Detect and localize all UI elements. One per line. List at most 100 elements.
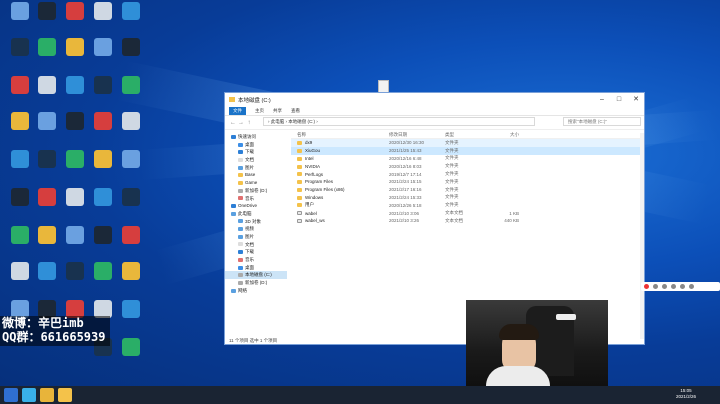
header-date[interactable]: 修改日期 xyxy=(389,132,445,138)
file-row[interactable]: XiuGou 2021/1/25 15:43 文件夹 xyxy=(291,146,643,155)
file-name-cell: 用户 xyxy=(291,202,389,208)
navigation-pane: 快速访问 桌面 下载 文档 图片 Base Game 新加卷 (D:) 音乐 OneDrive 此电… xyxy=(225,133,287,333)
clock[interactable]: 15:05 2021/2/26 xyxy=(676,388,696,400)
tab-home[interactable]: 主页 xyxy=(255,108,264,114)
nav-item-label: 音乐 xyxy=(245,195,254,201)
search-input[interactable]: 搜索"本地磁盘 (C:)" xyxy=(563,117,641,126)
overlay-qq: QQ群：661665939 xyxy=(2,330,106,344)
up-arrow-icon[interactable]: ↑ xyxy=(245,120,253,126)
nav-item-label: 音乐 xyxy=(245,257,254,262)
nav-item[interactable]: 音乐 xyxy=(225,256,287,264)
file-type: 文件夹 xyxy=(445,186,459,192)
file-row[interactable]: wabel 2021/2/10 3:06 文本文档 1 KB xyxy=(291,209,643,217)
nav-item[interactable]: OneDrive xyxy=(225,202,287,210)
desktop-icon[interactable] xyxy=(114,76,148,94)
app-icon xyxy=(66,2,84,20)
nav-item[interactable]: 新加卷 (D:) xyxy=(225,187,287,195)
file-row[interactable]: Program Files 2021/2/24 15:15 文件夹 xyxy=(291,178,643,186)
file-row[interactable]: PerfLogs 2019/12/7 17:14 文件夹 xyxy=(291,170,643,178)
nav-item-label: 快速访问 xyxy=(238,134,256,139)
forward-arrow-icon[interactable]: → xyxy=(237,120,245,126)
nav-item[interactable]: 本地磁盘 (C:) xyxy=(225,271,287,280)
desktop-icon[interactable] xyxy=(114,2,148,20)
ime-keyboard-icon[interactable] xyxy=(680,284,685,289)
file-row[interactable]: 用户 2020/12/26 5:18 文件夹 xyxy=(291,201,643,209)
minimize-icon[interactable]: – xyxy=(594,93,610,106)
header-type[interactable]: 类型 xyxy=(445,132,489,138)
nav-item-label: Game xyxy=(245,180,258,186)
ime-mic-icon[interactable] xyxy=(671,284,676,289)
file-row[interactable]: wabel_ws 2021/2/10 3:26 文本文档 440 KB xyxy=(291,217,643,225)
back-arrow-icon[interactable]: ← xyxy=(229,120,237,126)
close-icon[interactable]: ✕ xyxy=(628,93,644,106)
desktop-icon[interactable] xyxy=(114,150,148,168)
app-icon xyxy=(94,226,112,244)
nav-item-icon xyxy=(238,150,243,155)
path-input[interactable]: › 此电脑 › 本地磁盘 (C:) › xyxy=(263,117,535,126)
nav-item-icon xyxy=(231,211,236,216)
file-name-cell: PerfLogs xyxy=(291,172,389,177)
nav-item[interactable]: 此电脑 xyxy=(225,210,287,218)
desktop-icon[interactable] xyxy=(114,38,148,56)
nav-item[interactable]: 图片 xyxy=(225,164,287,172)
nav-item[interactable]: 3D 对象 xyxy=(225,218,287,226)
desktop-icon[interactable] xyxy=(114,262,148,280)
nav-item[interactable]: 图片 xyxy=(225,233,287,241)
nav-item-icon xyxy=(238,257,243,262)
nav-item[interactable]: 桌面 xyxy=(225,141,287,149)
app-icon xyxy=(94,150,112,168)
title-bar[interactable]: 本地磁盘 (C:) xyxy=(225,93,644,106)
nav-item[interactable]: 下载 xyxy=(225,248,287,256)
file-name-cell: dx9 xyxy=(291,140,389,145)
ime-logo-icon[interactable] xyxy=(644,284,649,289)
nav-item[interactable]: 文档 xyxy=(225,241,287,249)
desktop-icon[interactable] xyxy=(114,338,148,356)
chrome-taskbar-icon[interactable] xyxy=(40,388,54,402)
nav-item[interactable]: Base xyxy=(225,171,287,179)
file-row[interactable]: NVIDIA 2020/12/16 8:03 文件夹 xyxy=(291,162,643,170)
nav-item[interactable]: 桌面 xyxy=(225,264,287,272)
desktop-icon[interactable] xyxy=(114,188,148,206)
app-icon xyxy=(38,76,56,94)
nav-item[interactable]: 新加卷 (D:) xyxy=(225,279,287,287)
desktop-icon[interactable] xyxy=(114,300,148,318)
file-type: 文件夹 xyxy=(445,147,459,153)
ime-mode-icon[interactable] xyxy=(653,284,658,289)
tab-view[interactable]: 查看 xyxy=(291,108,300,114)
nav-item-icon xyxy=(238,188,243,193)
nav-item[interactable]: 视频 xyxy=(225,225,287,233)
file-name: Program Files xyxy=(305,179,334,185)
header-name[interactable]: 名称 xyxy=(291,132,389,138)
start-icon[interactable] xyxy=(4,388,18,402)
app-icon xyxy=(38,262,56,280)
folder-icon xyxy=(297,180,302,185)
explorer-taskbar-icon[interactable] xyxy=(58,388,72,402)
desktop-icon[interactable] xyxy=(114,112,148,130)
scrollbar[interactable] xyxy=(640,133,644,339)
nav-item-icon xyxy=(238,173,243,178)
edge-taskbar-icon[interactable] xyxy=(22,388,36,402)
nav-item[interactable]: 下载 xyxy=(225,148,287,156)
tab-share[interactable]: 共享 xyxy=(273,108,282,114)
app-icon xyxy=(122,188,140,206)
ribbon-tabs: 文件 主页 共享 查看 xyxy=(225,106,644,116)
tab-file[interactable]: 文件 xyxy=(229,106,246,115)
ime-settings-icon[interactable] xyxy=(689,284,694,289)
header-size[interactable]: 大小 xyxy=(489,132,519,138)
file-row[interactable]: Windows 2021/2/24 15:33 文件夹 xyxy=(291,194,643,202)
nav-item[interactable]: 文档 xyxy=(225,156,287,164)
ime-toolbar[interactable] xyxy=(641,282,720,291)
nav-item-label: 文档 xyxy=(245,157,254,163)
file-row[interactable]: dx9 2020/12/30 16:30 文件夹 xyxy=(291,139,643,147)
nav-item[interactable]: 网络 xyxy=(225,287,287,295)
file-row[interactable]: Intel 2020/12/16 6:48 文件夹 xyxy=(291,155,643,163)
nav-item-icon xyxy=(231,288,236,293)
ime-emoji-icon[interactable] xyxy=(662,284,667,289)
nav-item[interactable]: 快速访问 xyxy=(225,133,287,141)
desktop-icon[interactable] xyxy=(114,226,148,244)
nav-item[interactable]: 音乐 xyxy=(225,195,287,203)
maximize-icon[interactable]: □ xyxy=(611,93,627,106)
folder-icon xyxy=(297,203,302,208)
file-row[interactable]: Program Files (x86) 2021/2/17 16:16 文件夹 xyxy=(291,186,643,194)
nav-item[interactable]: Game xyxy=(225,179,287,187)
